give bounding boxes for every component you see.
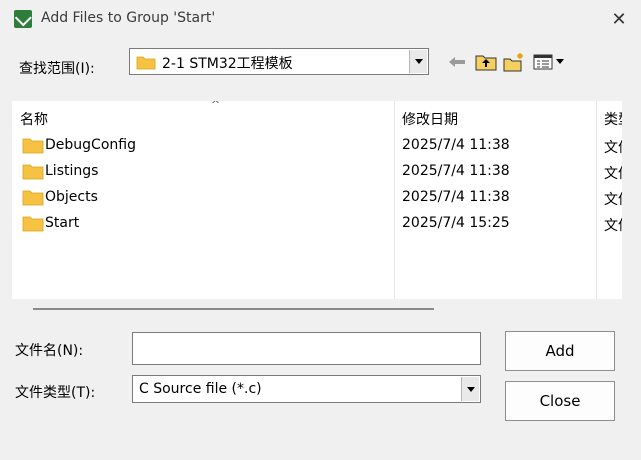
look-in-dropdown-button[interactable] (409, 50, 427, 73)
file-name-label: 文件名(N): (15, 343, 84, 359)
column-header-name[interactable]: 名称 (20, 109, 48, 129)
close-button[interactable]: Close (505, 381, 615, 421)
folder-icon (22, 138, 44, 154)
file-date: 2025/7/4 11:38 (402, 163, 510, 179)
file-type-value: C Source file (*.c) (139, 381, 262, 397)
folder-icon (136, 56, 156, 70)
list-item[interactable]: Listings 2025/7/4 11:38 文件夹 (12, 159, 622, 185)
add-button[interactable]: Add (505, 331, 615, 371)
file-date: 2025/7/4 11:38 (402, 137, 510, 153)
look-in-label: 查找范围(I): (19, 61, 95, 77)
horizontal-scrollbar[interactable] (33, 308, 434, 310)
chevron-down-icon (466, 386, 475, 392)
file-type: 文件夹 (604, 218, 622, 234)
file-type-dropdown-button[interactable] (461, 377, 479, 401)
chevron-down-icon (414, 59, 423, 64)
title-bar: Add Files to Group 'Start' ✕ (0, 0, 641, 38)
window-title: Add Files to Group 'Start' (41, 10, 216, 26)
new-folder-icon[interactable] (503, 51, 525, 73)
file-name: DebugConfig (45, 137, 136, 153)
up-one-level-icon[interactable] (475, 51, 497, 73)
file-type: 文件夹 (604, 140, 622, 156)
file-date: 2025/7/4 15:25 (402, 215, 510, 231)
column-header-date[interactable]: 修改日期 (402, 109, 458, 129)
column-header-type[interactable]: 类型 (604, 109, 622, 129)
file-list[interactable]: ^ 名称 修改日期 类型 DebugConfig 2025/7/4 11:38 … (12, 101, 622, 299)
folder-icon (22, 216, 44, 232)
file-date: 2025/7/4 11:38 (402, 189, 510, 205)
close-window-icon[interactable]: ✕ (606, 6, 632, 32)
back-arrow-icon[interactable] (447, 51, 467, 73)
look-in-dropdown[interactable]: 2-1 STM32工程模板 (129, 48, 429, 75)
keil-app-icon (14, 10, 32, 28)
list-item[interactable]: Objects 2025/7/4 11:38 文件夹 (12, 185, 622, 211)
file-type-label: 文件类型(T): (15, 385, 96, 401)
file-name: Listings (45, 163, 99, 179)
sort-up-icon: ^ (211, 101, 221, 111)
view-menu-icon[interactable] (532, 51, 570, 73)
look-in-value: 2-1 STM32工程模板 (162, 56, 293, 72)
list-item[interactable]: DebugConfig 2025/7/4 11:38 文件夹 (12, 133, 622, 159)
list-item[interactable]: Start 2025/7/4 15:25 文件夹 (12, 211, 622, 237)
file-name-field[interactable] (132, 332, 481, 365)
file-type-dropdown[interactable]: C Source file (*.c) (132, 375, 481, 403)
file-name: Objects (45, 189, 98, 205)
file-type: 文件夹 (604, 192, 622, 208)
folder-icon (22, 190, 44, 206)
file-type: 文件夹 (604, 166, 622, 182)
folder-icon (22, 164, 44, 180)
file-name: Start (45, 215, 80, 231)
